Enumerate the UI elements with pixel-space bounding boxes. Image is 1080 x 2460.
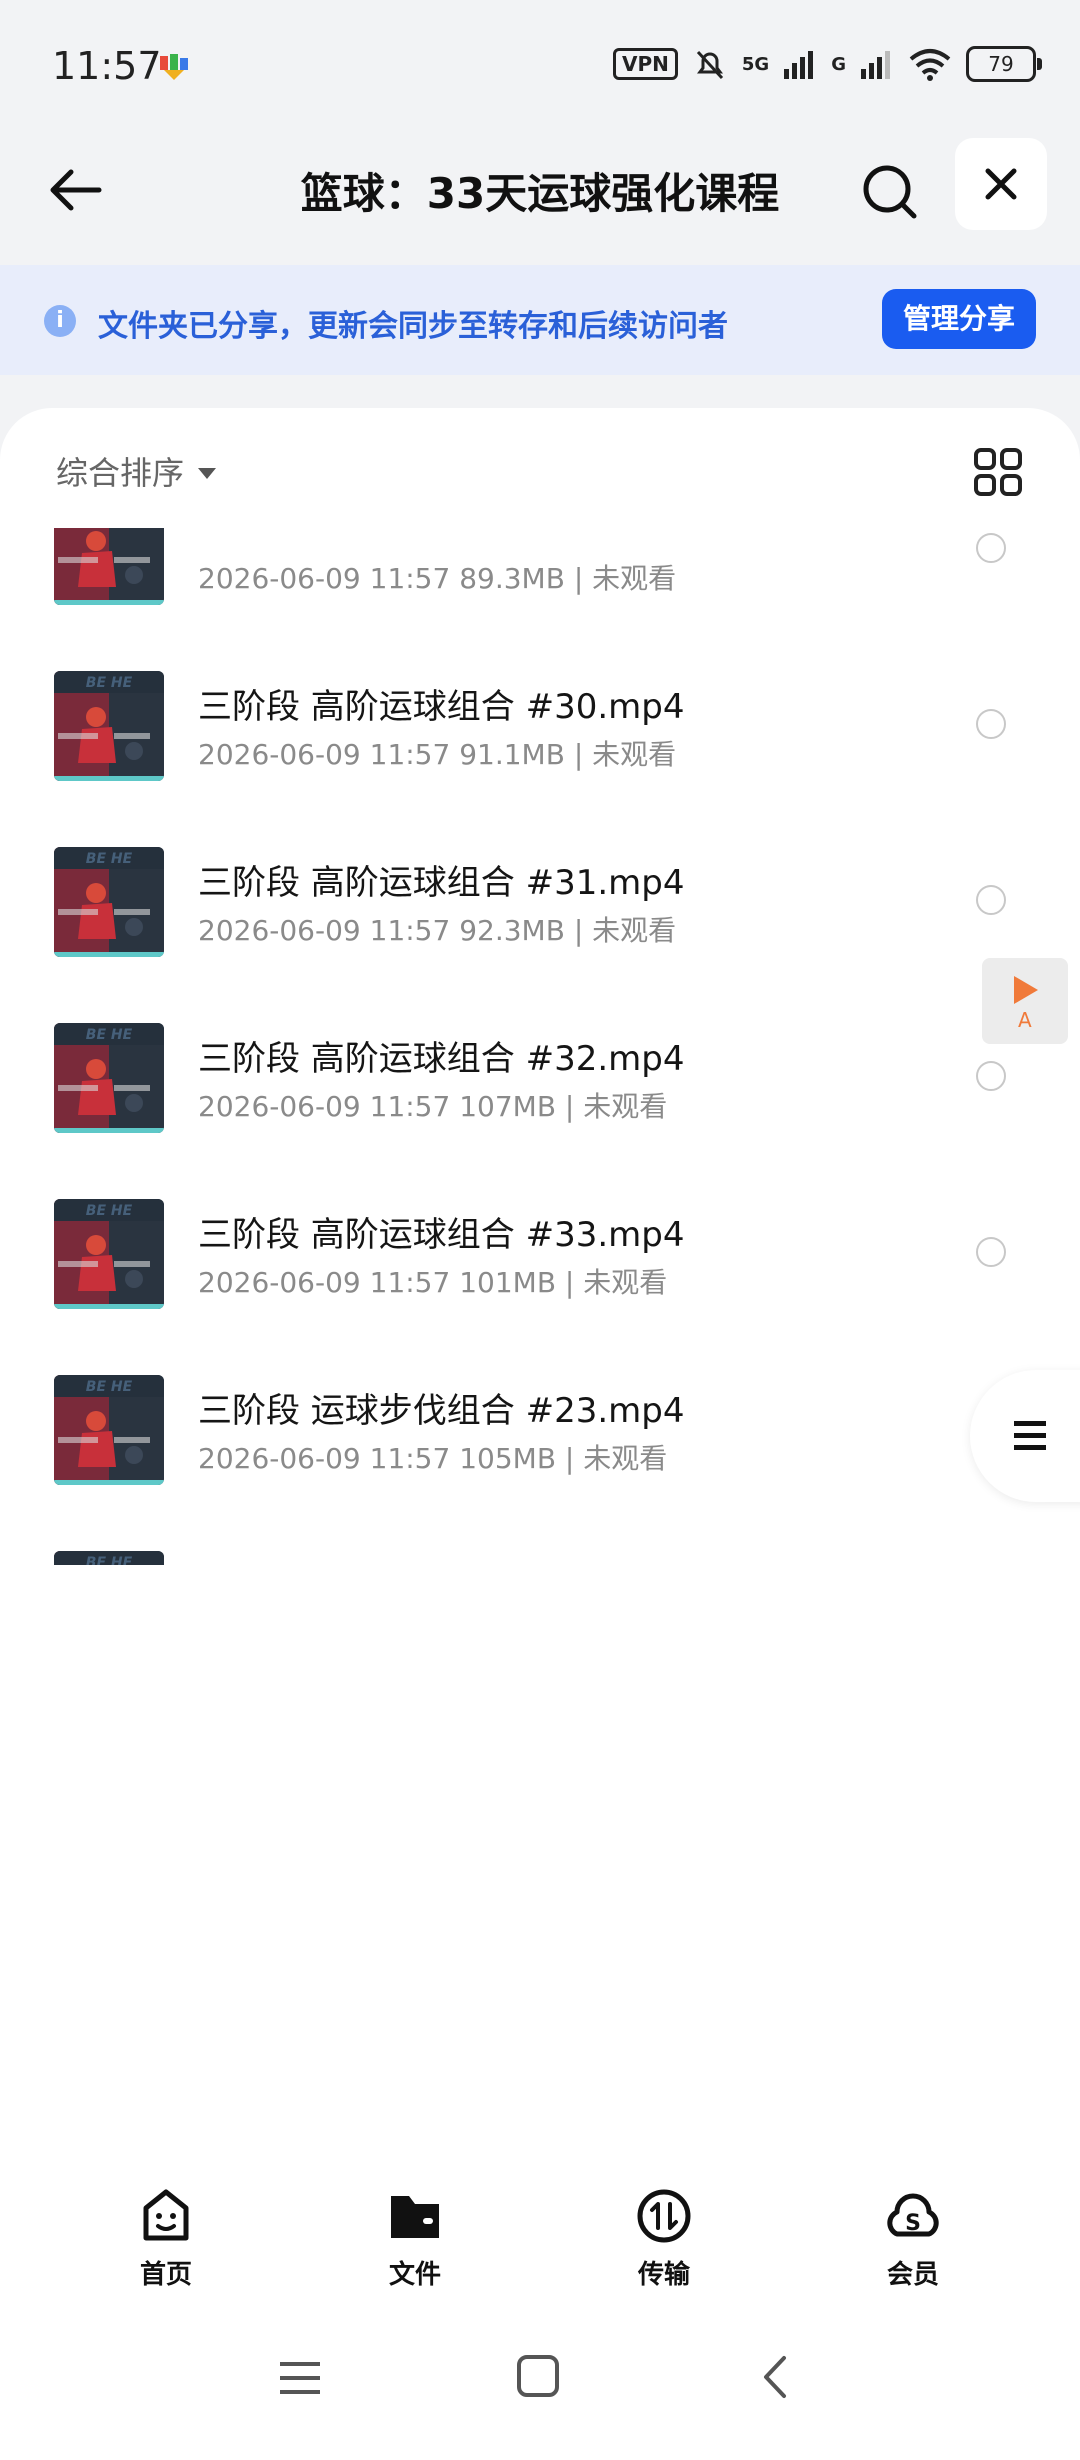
cloud-vip-icon: S [887, 2193, 939, 2237]
recent-apps-icon[interactable] [278, 2358, 322, 2398]
signal-5g-label: 5G [741, 53, 770, 75]
svg-text:BE HE: BE HE [86, 1203, 133, 1219]
manage-share-button[interactable]: 管理分享 [882, 289, 1036, 349]
share-banner-text: 文件夹已分享，更新会同步至转存和后续访问者 [98, 309, 728, 344]
search-icon [863, 165, 917, 219]
file-row[interactable]: BE HE 三阶段 高阶运球组合 #32.mp4 2026-06-09 11:57 … [0, 985, 1080, 1161]
thumbnail-progress-bar [54, 600, 164, 605]
video-thumbnail: BE HE [54, 1551, 164, 1565]
search-button[interactable] [850, 152, 930, 232]
play-icon [1014, 976, 1038, 1004]
sort-label: 综合排序 [56, 454, 185, 492]
file-row[interactable]: BE HE 三阶段 高阶运球组合 #30.mp4 2026-06-09 11:57 … [0, 633, 1080, 809]
svg-text:BE HE: BE HE [86, 1555, 133, 1565]
thumbnail-progress-bar [54, 1480, 164, 1485]
floating-player-letter: A [1018, 1008, 1032, 1032]
caret-down-icon [198, 467, 217, 479]
svg-text:BE HE: BE HE [86, 851, 133, 867]
svg-text:BE HE: BE HE [86, 675, 133, 691]
file-meta: 2026-06-09 11:57 105MB | 未观看 [198, 1442, 668, 1475]
page-title: 篮球：33天运球强化课程 [300, 169, 780, 218]
floating-player-button[interactable]: A [982, 958, 1068, 1044]
select-radio[interactable] [976, 1061, 1006, 1091]
nav-transfer[interactable]: 传输 [584, 2186, 744, 2296]
file-meta: 2026-06-09 11:57 107MB | 未观看 [198, 1090, 668, 1123]
signal-bars-icon [784, 51, 814, 79]
thumbnail-progress-bar [54, 1304, 164, 1309]
file-name: 三阶段 高阶运球组合 #32.mp4 [198, 1039, 685, 1079]
system-back-icon[interactable] [760, 2354, 790, 2400]
sort-dropdown[interactable]: 综合排序 [56, 448, 217, 494]
signal-bars-2-icon [861, 51, 890, 79]
file-row[interactable]: BE HE 三阶段 运球步伐组合 #23.mp4 2026-06-09 11:57 … [0, 1337, 1080, 1513]
video-thumbnail: BE HE [54, 1023, 164, 1133]
nav-transfer-label: 传输 [637, 2260, 690, 2290]
status-right: VPN 5G G 79 [613, 44, 1042, 84]
file-list[interactable]: BE HE 2026-06-09 11:57 89.3MB | 未观看 BE HE 三… [0, 528, 1080, 1565]
home-square-icon[interactable] [516, 2354, 560, 2398]
file-row[interactable]: BE HE三阶段 运球步伐组合 #24.mp42026-06-09 11:57 … [0, 1513, 1080, 1565]
back-button[interactable] [40, 155, 110, 225]
menu-icon [1014, 1421, 1046, 1450]
select-radio[interactable] [976, 885, 1006, 915]
file-meta: 2026-06-09 11:57 92.3MB | 未观看 [198, 914, 677, 947]
close-button[interactable] [955, 138, 1047, 230]
close-icon [985, 168, 1017, 200]
svg-text:S: S [905, 2211, 921, 2236]
nav-member[interactable]: S 会员 [833, 2186, 993, 2296]
nav-home[interactable]: 首页 [86, 2186, 246, 2296]
bottom-nav: 首页 文件 传输 S 会员 [0, 2158, 1080, 2308]
home-smile-icon [143, 2189, 189, 2241]
file-name: 三阶段 运球步伐组合 #23.mp4 [198, 1391, 685, 1431]
file-name: 三阶段 运球步伐组合 #24.mp4 [198, 1559, 685, 1565]
file-meta: 2026-06-09 11:57 101MB | 未观看 [198, 1266, 668, 1299]
select-radio[interactable] [976, 533, 1006, 563]
status-time: 11:57 [52, 44, 162, 88]
nav-files-label: 文件 [388, 2260, 441, 2290]
file-list-card: 综合排序 BE HE2026-06-09 11:57 89.3MB | 未观看B… [0, 408, 1080, 2158]
thumbnail-progress-bar [54, 1128, 164, 1133]
video-thumbnail: BE HE [54, 528, 164, 605]
header-bar: 篮球：33天运球强化课程 [0, 130, 1080, 265]
signal-g-label: G [831, 53, 846, 75]
file-name: 三阶段 高阶运球组合 #33.mp4 [198, 1215, 685, 1255]
file-row[interactable]: BE HE 三阶段 高阶运球组合 #31.mp4 2026-06-09 11:57 … [0, 809, 1080, 985]
battery-indicator: 79 [966, 46, 1042, 82]
app-notification-icon [160, 54, 188, 80]
file-name: 三阶段 高阶运球组合 #30.mp4 [198, 687, 685, 727]
file-meta: 2026-06-09 11:57 91.1MB | 未观看 [198, 738, 677, 771]
vpn-icon: VPN [613, 48, 678, 80]
file-row[interactable]: BE HE 2026-06-09 11:57 89.3MB | 未观看 [0, 528, 1080, 633]
nav-home-label: 首页 [139, 2260, 192, 2290]
svg-text:BE HE: BE HE [86, 1027, 133, 1043]
wifi-icon [909, 49, 951, 81]
folder-icon [391, 2196, 439, 2238]
back-arrow-icon [50, 169, 102, 211]
select-radio[interactable] [976, 709, 1006, 739]
video-thumbnail: BE HE [54, 847, 164, 957]
mute-bell-icon [696, 50, 724, 80]
select-radio[interactable] [976, 1237, 1006, 1267]
share-banner: i 文件夹已分享，更新会同步至转存和后续访问者 管理分享 [0, 265, 1080, 375]
file-meta: 2026-06-09 11:57 89.3MB | 未观看 [198, 562, 677, 595]
svg-text:BE HE: BE HE [86, 1379, 133, 1395]
info-icon: i [44, 305, 76, 337]
status-bar: 11:57 VPN 5G G 79 [0, 0, 1080, 130]
grid-view-icon[interactable] [972, 446, 1024, 498]
file-name: 三阶段 高阶运球组合 #31.mp4 [198, 863, 685, 903]
transfer-icon [637, 2189, 691, 2243]
video-thumbnail: BE HE [54, 1375, 164, 1485]
thumbnail-progress-bar [54, 776, 164, 781]
video-thumbnail: BE HE [54, 671, 164, 781]
file-row[interactable]: BE HE 三阶段 高阶运球组合 #33.mp4 2026-06-09 11:57 … [0, 1161, 1080, 1337]
video-thumbnail: BE HE [54, 1199, 164, 1309]
nav-files[interactable]: 文件 [335, 2186, 495, 2296]
nav-member-label: 会员 [886, 2260, 939, 2290]
thumbnail-progress-bar [54, 952, 164, 957]
system-nav-bar [0, 2308, 1080, 2460]
